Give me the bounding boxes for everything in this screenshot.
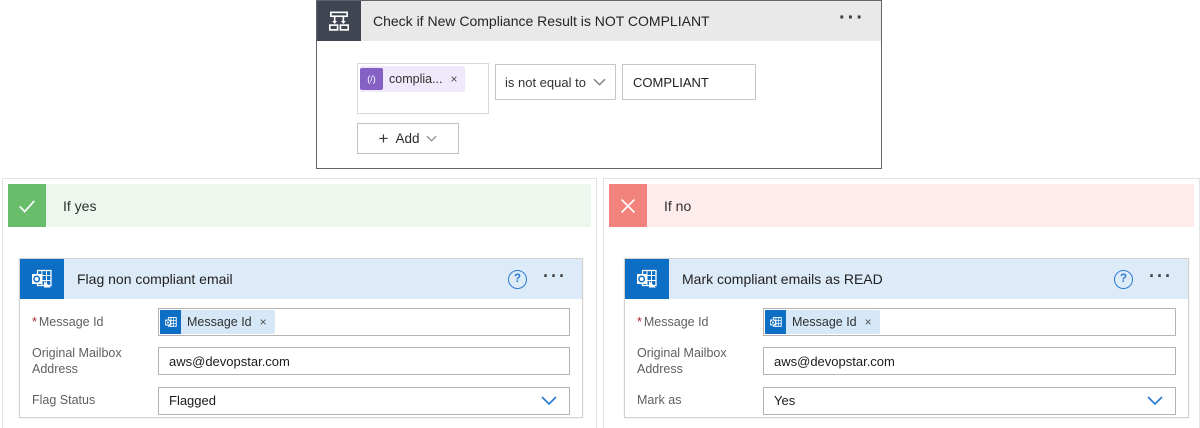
add-button-label: Add (395, 131, 419, 146)
message-id-token-chip[interactable]: Message Id × (160, 310, 275, 334)
mark-as-value: Yes (774, 393, 795, 408)
field-row-flag-status: Flag Status Flagged (32, 387, 570, 415)
plus-icon: + (379, 130, 389, 147)
flow-designer-canvas: Check if New Compliance Result is NOT CO… (0, 0, 1200, 428)
chevron-down-icon (1147, 396, 1163, 405)
if-no-label: If no (647, 198, 691, 214)
action-card-flag-email: Flag non compliant email ? ··· *Message … (19, 258, 583, 418)
field-row-mailbox: Original Mailbox Address (637, 345, 1176, 379)
message-id-token-chip[interactable]: Message Id × (765, 310, 880, 334)
condition-body: (/) complia... × is not equal to + Add (317, 41, 881, 154)
mark-as-dropdown[interactable]: Yes (763, 387, 1176, 415)
condition-left-operand-field[interactable]: (/) complia... × (357, 63, 489, 114)
action-menu-button[interactable]: ··· (1139, 267, 1188, 291)
required-asterisk: * (637, 315, 642, 329)
chevron-down-icon (426, 135, 437, 142)
field-row-message-id: *Message Id Message Id × (32, 308, 570, 336)
condition-card: Check if New Compliance Result is NOT CO… (316, 0, 882, 169)
outlook-icon (625, 259, 669, 299)
check-icon (8, 184, 46, 227)
flag-status-dropdown[interactable]: Flagged (158, 387, 570, 415)
mailbox-label: Original Mailbox Address (32, 345, 158, 379)
action-title: Flag non compliant email (64, 271, 508, 287)
flag-status-value: Flagged (169, 393, 216, 408)
expression-icon: (/) (360, 68, 383, 90)
outlook-icon (765, 310, 786, 334)
required-asterisk: * (32, 315, 37, 329)
if-yes-header: If yes (8, 184, 591, 227)
condition-menu-button[interactable]: ··· (831, 8, 881, 34)
remove-token-button[interactable]: × (260, 315, 267, 329)
mark-as-label: Mark as (637, 392, 763, 409)
condition-branch-icon (317, 1, 361, 41)
action-card-header[interactable]: Mark compliant emails as READ ? ··· (625, 259, 1188, 299)
chevron-down-icon (541, 396, 557, 405)
action-card-body: *Message Id Message Id × Original Mail (20, 299, 582, 415)
action-card-mark-read: Mark compliant emails as READ ? ··· *Mes… (624, 258, 1189, 418)
remove-token-button[interactable]: × (865, 315, 872, 329)
token-label: Message Id (792, 315, 857, 329)
condition-title: Check if New Compliance Result is NOT CO… (361, 13, 831, 29)
outlook-icon (20, 259, 64, 299)
x-icon (609, 184, 647, 227)
if-yes-branch: If yes Flag non compliant emai (2, 178, 597, 428)
message-id-label: *Message Id (32, 314, 158, 331)
action-menu-button[interactable]: ··· (533, 267, 582, 291)
token-label: Message Id (187, 315, 252, 329)
add-condition-button[interactable]: + Add (357, 123, 459, 154)
condition-operator-dropdown[interactable]: is not equal to (495, 64, 616, 100)
operator-value: is not equal to (505, 75, 586, 90)
condition-value-input[interactable] (622, 64, 756, 100)
message-id-label: *Message Id (637, 314, 763, 331)
outlook-icon (160, 310, 181, 334)
field-row-message-id: *Message Id Message Id × (637, 308, 1176, 336)
if-yes-label: If yes (46, 198, 96, 214)
chevron-down-icon (593, 78, 606, 86)
message-id-field[interactable]: Message Id × (158, 308, 570, 336)
original-mailbox-input[interactable] (763, 347, 1176, 375)
action-title: Mark compliant emails as READ (669, 271, 1114, 287)
expression-token-chip[interactable]: (/) complia... × (360, 66, 465, 92)
flag-status-label: Flag Status (32, 392, 158, 409)
field-row-mark-as: Mark as Yes (637, 387, 1176, 415)
if-no-branch: If no Mark compliant emails as (603, 178, 1200, 428)
field-row-mailbox: Original Mailbox Address (32, 345, 570, 379)
help-icon[interactable]: ? (508, 270, 527, 289)
action-card-body: *Message Id Message Id × Original Mail (625, 299, 1188, 415)
action-card-header[interactable]: Flag non compliant email ? ··· (20, 259, 582, 299)
mailbox-label: Original Mailbox Address (637, 345, 763, 379)
remove-token-button[interactable]: × (451, 72, 458, 86)
original-mailbox-input[interactable] (158, 347, 570, 375)
help-icon[interactable]: ? (1114, 270, 1133, 289)
if-no-header: If no (609, 184, 1194, 227)
expression-token-label: complia... (389, 72, 443, 86)
condition-card-header[interactable]: Check if New Compliance Result is NOT CO… (317, 1, 881, 41)
message-id-field[interactable]: Message Id × (763, 308, 1176, 336)
